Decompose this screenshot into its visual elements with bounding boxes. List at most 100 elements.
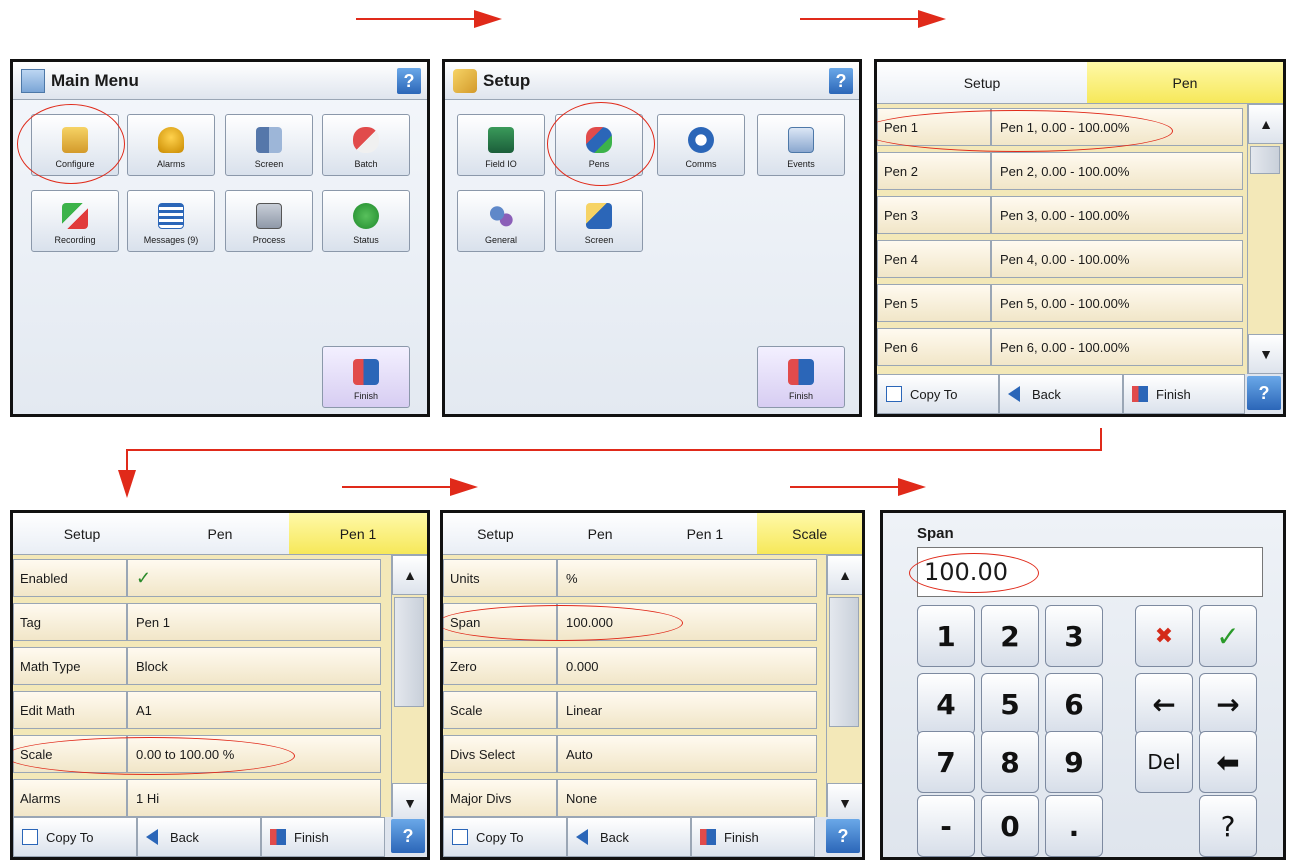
key-3[interactable]: 3 bbox=[1045, 605, 1103, 667]
key-6[interactable]: 6 bbox=[1045, 673, 1103, 735]
list-item[interactable]: Pen 5 Pen 5, 0.00 - 100.00% bbox=[877, 284, 1243, 324]
alarms-button[interactable]: Alarms bbox=[127, 114, 215, 176]
key-minus[interactable]: - bbox=[917, 795, 975, 857]
scroll-thumb[interactable] bbox=[1250, 146, 1280, 174]
general-button[interactable]: General bbox=[457, 190, 545, 252]
batch-label: Batch bbox=[354, 159, 378, 169]
scroll-down-icon[interactable]: ▼ bbox=[1248, 334, 1283, 374]
setting-zero-row[interactable]: Zero 0.000 bbox=[443, 647, 817, 687]
value-highlight-circle bbox=[909, 553, 1039, 593]
help-button[interactable]: ? bbox=[1247, 376, 1281, 410]
finish-label: Finish bbox=[294, 829, 329, 845]
finish-button[interactable]: Finish bbox=[261, 817, 385, 857]
list-item[interactable]: Pen 4 Pen 4, 0.00 - 100.00% bbox=[877, 240, 1243, 280]
crumb-pen[interactable]: Pen bbox=[547, 513, 653, 554]
copy-icon bbox=[452, 829, 468, 845]
copy-to-button[interactable]: Copy To bbox=[443, 817, 567, 857]
back-button[interactable]: Back bbox=[567, 817, 691, 857]
scroll-up-icon[interactable]: ▲ bbox=[1248, 104, 1283, 144]
key-0[interactable]: 0 bbox=[981, 795, 1039, 857]
crumb-pen-1[interactable]: Pen 1 bbox=[289, 513, 427, 554]
list-item[interactable]: Pen 2 Pen 2, 0.00 - 100.00% bbox=[877, 152, 1243, 192]
crumb-setup[interactable]: Setup bbox=[443, 513, 548, 554]
copy-to-label: Copy To bbox=[46, 829, 94, 845]
events-button[interactable]: Events bbox=[757, 114, 845, 176]
main-menu-screen: Main Menu ? Configure Alarms Screen Batc… bbox=[10, 59, 430, 417]
setting-enabled-row[interactable]: Enabled ✓ bbox=[13, 559, 381, 599]
crumb-setup[interactable]: Setup bbox=[877, 62, 1087, 103]
key-2[interactable]: 2 bbox=[981, 605, 1039, 667]
setting-scale-row[interactable]: Scale Linear bbox=[443, 691, 817, 731]
ok-button[interactable]: ✓ bbox=[1199, 605, 1257, 667]
backspace-button[interactable]: ⬅ bbox=[1199, 731, 1257, 793]
bottom-toolbar: Copy To Back Finish ? bbox=[13, 817, 427, 857]
status-button[interactable]: Status bbox=[322, 190, 410, 252]
key-decimal[interactable]: . bbox=[1045, 795, 1103, 857]
events-label: Events bbox=[787, 159, 815, 169]
back-button[interactable]: Back bbox=[999, 374, 1123, 414]
crumb-pen-1[interactable]: Pen 1 bbox=[652, 513, 758, 554]
finish-button[interactable]: Finish bbox=[322, 346, 410, 408]
key-5[interactable]: 5 bbox=[981, 673, 1039, 735]
scroll-thumb[interactable] bbox=[394, 597, 424, 707]
setting-units-row[interactable]: Units% bbox=[443, 559, 817, 599]
list-item[interactable]: Pen 6 Pen 6, 0.00 - 100.00% bbox=[877, 328, 1243, 368]
scrollbar[interactable]: ▲ ▼ bbox=[1247, 104, 1283, 374]
help-button[interactable]: ? bbox=[391, 819, 425, 853]
copy-to-button[interactable]: Copy To bbox=[877, 374, 999, 414]
finish-label: Finish bbox=[788, 391, 813, 401]
key-8[interactable]: 8 bbox=[981, 731, 1039, 793]
list-item[interactable]: Pen 3 Pen 3, 0.00 - 100.00% bbox=[877, 196, 1243, 236]
setting-math-type-row[interactable]: Math Type Block bbox=[13, 647, 381, 687]
setting-divs-select-row[interactable]: Divs Select Auto bbox=[443, 735, 817, 775]
row-key: Major Divs bbox=[443, 779, 557, 817]
setting-tag-row[interactable]: Tag Pen 1 bbox=[13, 603, 381, 643]
messages-button[interactable]: Messages (9) bbox=[127, 190, 215, 252]
crumb-pen[interactable]: Pen bbox=[151, 513, 289, 554]
help-button[interactable]: ? bbox=[1199, 795, 1257, 857]
finish-button[interactable]: Finish bbox=[1123, 374, 1245, 414]
row-value: % bbox=[557, 559, 817, 597]
help-button[interactable]: ? bbox=[829, 68, 853, 94]
crumb-pen[interactable]: Pen bbox=[1087, 62, 1283, 103]
crumb-setup[interactable]: Setup bbox=[13, 513, 151, 554]
bell-icon bbox=[158, 127, 184, 153]
scroll-up-icon[interactable]: ▲ bbox=[827, 555, 862, 595]
cursor-right-button[interactable]: → bbox=[1199, 673, 1257, 735]
batch-button[interactable]: Batch bbox=[322, 114, 410, 176]
crumb-scale[interactable]: Scale bbox=[757, 513, 862, 554]
process-button[interactable]: Process bbox=[225, 190, 313, 252]
comms-button[interactable]: Comms bbox=[657, 114, 745, 176]
scroll-thumb[interactable] bbox=[829, 597, 859, 727]
key-9[interactable]: 9 bbox=[1045, 731, 1103, 793]
finish-button[interactable]: Finish bbox=[691, 817, 815, 857]
setting-alarms-row[interactable]: Alarms 1 Hi bbox=[13, 779, 381, 819]
delete-button[interactable]: Del bbox=[1135, 731, 1193, 793]
row-key: Alarms bbox=[13, 779, 127, 817]
key-7[interactable]: 7 bbox=[917, 731, 975, 793]
copy-to-button[interactable]: Copy To bbox=[13, 817, 137, 857]
exit-door-icon bbox=[270, 829, 286, 845]
field-io-label: Field IO bbox=[485, 159, 517, 169]
finish-button[interactable]: Finish bbox=[757, 346, 845, 408]
recording-button[interactable]: Recording bbox=[31, 190, 119, 252]
cancel-button[interactable]: ✖ bbox=[1135, 605, 1193, 667]
row-key: Pen 5 bbox=[877, 284, 991, 322]
help-button[interactable]: ? bbox=[826, 819, 860, 853]
scrollbar[interactable]: ▲ ▼ bbox=[826, 555, 862, 823]
back-button[interactable]: Back bbox=[137, 817, 261, 857]
setting-edit-math-row[interactable]: Edit Math A1 bbox=[13, 691, 381, 731]
cursor-left-button[interactable]: ← bbox=[1135, 673, 1193, 735]
help-button[interactable]: ? bbox=[397, 68, 421, 94]
pill-icon bbox=[353, 127, 379, 153]
scroll-up-icon[interactable]: ▲ bbox=[392, 555, 427, 595]
setup-screen-button[interactable]: Screen bbox=[555, 190, 643, 252]
scrollbar[interactable]: ▲ ▼ bbox=[391, 555, 427, 823]
screen-button[interactable]: Screen bbox=[225, 114, 313, 176]
key-4[interactable]: 4 bbox=[917, 673, 975, 735]
field-io-button[interactable]: Field IO bbox=[457, 114, 545, 176]
screen-label: Screen bbox=[254, 159, 284, 169]
key-1[interactable]: 1 bbox=[917, 605, 975, 667]
row-value: None bbox=[557, 779, 817, 817]
setting-major-divs-row[interactable]: Major Divs None bbox=[443, 779, 817, 819]
